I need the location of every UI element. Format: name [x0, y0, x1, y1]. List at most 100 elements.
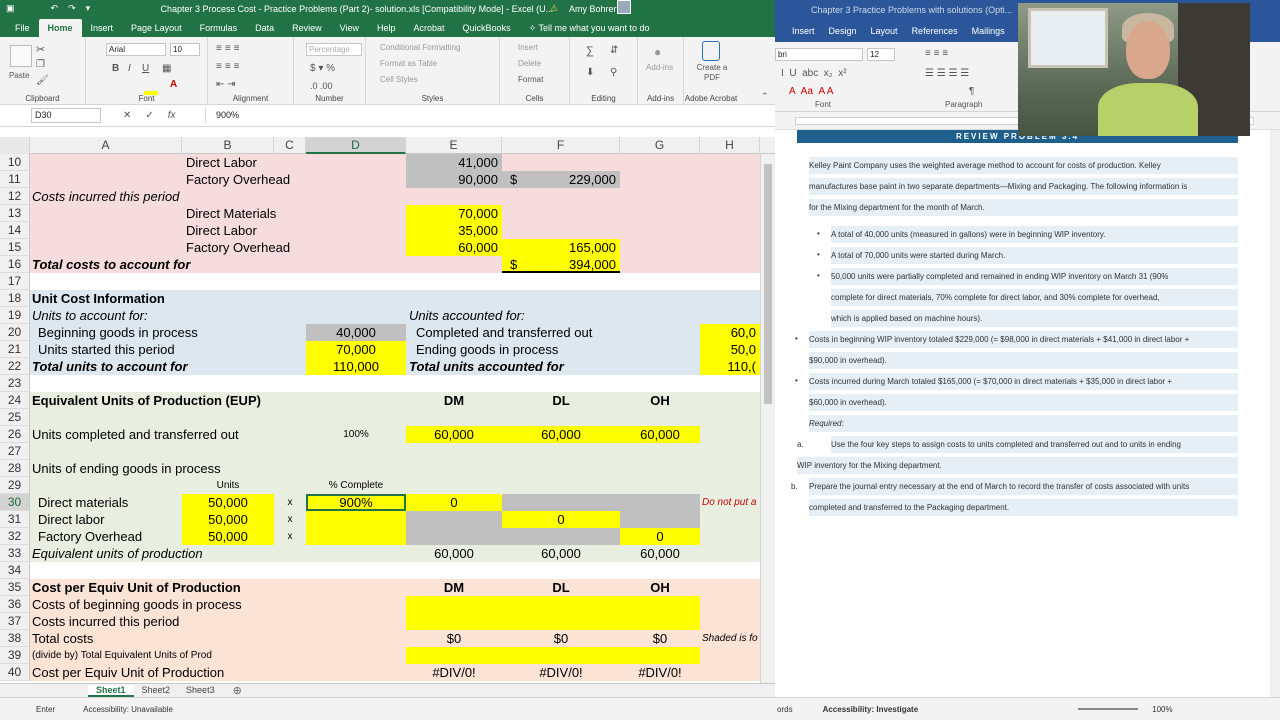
cell-b14[interactable]: Direct Labor: [186, 222, 257, 239]
row-header-39[interactable]: 39: [0, 647, 30, 664]
font-name-box[interactable]: Arial: [106, 43, 166, 56]
row-header-24[interactable]: 24: [0, 392, 30, 409]
format-painter-icon[interactable]: 🖌: [36, 75, 49, 86]
sheet-tab-sheet2[interactable]: Sheet2: [134, 685, 179, 697]
sort-filter-icon[interactable]: ⇵: [610, 45, 618, 56]
cell-f33[interactable]: 60,000: [502, 545, 620, 562]
number-format-box[interactable]: Percentage: [306, 43, 362, 56]
word-count[interactable]: ords: [777, 705, 793, 714]
find-icon[interactable]: ⚲: [610, 67, 617, 78]
ribbon-tab-acrobat[interactable]: Acrobat: [405, 19, 454, 37]
row-header-22[interactable]: 22: [0, 358, 30, 375]
row-header-35[interactable]: 35: [0, 579, 30, 596]
format-cells-button[interactable]: Format: [518, 75, 543, 84]
cell-a33[interactable]: Equivalent units of production: [32, 545, 203, 562]
avatar[interactable]: [617, 0, 631, 14]
column-header-b[interactable]: B: [182, 137, 274, 154]
column-header-d[interactable]: D: [306, 137, 406, 154]
column-header-c[interactable]: C: [274, 137, 306, 154]
cell-e24[interactable]: DM: [406, 392, 502, 409]
paste-icon[interactable]: [10, 45, 32, 67]
ribbon-tab-insert[interactable]: Insert: [82, 19, 123, 37]
cell-a24[interactable]: Equivalent Units of Production (EUP): [32, 392, 261, 409]
cell-f40[interactable]: #DIV/0!: [502, 664, 620, 681]
cell-f31[interactable]: 0: [502, 511, 620, 528]
cell-b29[interactable]: Units: [182, 477, 274, 494]
cell-a35[interactable]: Cost per Equiv Unit of Production: [32, 579, 241, 596]
zoom-level[interactable]: 100%: [1152, 705, 1172, 714]
bold-button[interactable]: B: [112, 63, 119, 74]
insert-cells-button[interactable]: Insert: [518, 43, 538, 52]
cell-a32[interactable]: Factory Overhead: [38, 528, 142, 545]
redo-icon[interactable]: ↷: [68, 3, 76, 14]
row-header-28[interactable]: 28: [0, 460, 30, 477]
cell-a19[interactable]: Units to account for:: [32, 307, 148, 324]
cell-d21[interactable]: 70,000: [306, 341, 406, 358]
cell-d26[interactable]: 100%: [306, 426, 406, 443]
cell-f11[interactable]: 229,000: [502, 171, 616, 188]
word-tab-references[interactable]: References: [905, 26, 965, 36]
cell-e26[interactable]: 60,000: [406, 426, 502, 443]
cell-a30[interactable]: Direct materials: [38, 494, 128, 511]
row-header-18[interactable]: 18: [0, 290, 30, 307]
cell-e19[interactable]: Units accounted for:: [409, 307, 525, 324]
row-header-17[interactable]: 17: [0, 273, 30, 290]
row-header-20[interactable]: 20: [0, 324, 30, 341]
cell-a12[interactable]: Costs incurred this period: [32, 188, 179, 205]
ribbon-tab-view[interactable]: View: [331, 19, 368, 37]
decimal-icons[interactable]: .0 .00: [310, 81, 333, 91]
warning-icon[interactable]: ⚠: [550, 3, 558, 14]
collapse-ribbon-icon[interactable]: ⌃: [761, 91, 769, 102]
word-tab-layout[interactable]: Layout: [864, 26, 905, 36]
cell-a36[interactable]: Costs of beginning goods in process: [32, 596, 242, 613]
row-header-31[interactable]: 31: [0, 511, 30, 528]
cell-a18[interactable]: Unit Cost Information: [32, 290, 165, 307]
cancel-icon[interactable]: ✕: [123, 110, 131, 121]
row-header-16[interactable]: 16: [0, 256, 30, 273]
enter-icon[interactable]: ✓: [145, 110, 153, 121]
horizontal-align-icons[interactable]: ≡≡≡: [216, 61, 243, 72]
row-header-23[interactable]: 23: [0, 375, 30, 392]
row-header-25[interactable]: 25: [0, 409, 30, 426]
row-header-19[interactable]: 19: [0, 307, 30, 324]
ribbon-tab-help[interactable]: Help: [368, 19, 405, 37]
cell-d22[interactable]: 110,000: [306, 358, 406, 375]
fill-icon[interactable]: ⬇: [586, 67, 594, 78]
italic-button[interactable]: I: [128, 63, 131, 74]
sheet-tab-sheet1[interactable]: Sheet1: [88, 684, 134, 697]
cell-a38[interactable]: Total costs: [32, 630, 93, 647]
cell-e22[interactable]: Total units accounted for: [409, 358, 564, 375]
zoom-slider[interactable]: [1078, 708, 1139, 710]
cell-g26[interactable]: 60,000: [620, 426, 700, 443]
cell-g24[interactable]: OH: [620, 392, 700, 409]
row-header-34[interactable]: 34: [0, 562, 30, 579]
cell-a37[interactable]: Costs incurred this period: [32, 613, 179, 630]
cell-a21[interactable]: Units started this period: [38, 341, 175, 358]
ribbon-tab-quickbooks[interactable]: QuickBooks: [454, 19, 520, 37]
cell-b30[interactable]: 50,000: [182, 494, 274, 511]
row-header-11[interactable]: 11: [0, 171, 30, 188]
cell-a40[interactable]: Cost per Equiv Unit of Production: [32, 664, 224, 681]
word-accessibility-status[interactable]: Accessibility: Investigate: [823, 705, 919, 714]
column-header-a[interactable]: A: [30, 137, 182, 154]
cell-f26[interactable]: 60,000: [502, 426, 620, 443]
vertical-scrollbar[interactable]: [760, 154, 775, 683]
create-pdf-button[interactable]: Create a PDF: [696, 63, 728, 83]
row-header-21[interactable]: 21: [0, 341, 30, 358]
word-tab-insert[interactable]: Insert: [785, 26, 822, 36]
cell-e11[interactable]: 90,000: [406, 171, 498, 188]
column-header-f[interactable]: F: [502, 137, 620, 154]
cell-g35[interactable]: OH: [620, 579, 700, 596]
cell-f24[interactable]: DL: [502, 392, 620, 409]
cell-b31[interactable]: 50,000: [182, 511, 274, 528]
cell-b10[interactable]: Direct Labor: [186, 154, 257, 171]
ribbon-tab-file[interactable]: File: [6, 19, 39, 37]
cell-b32[interactable]: 50,000: [182, 528, 274, 545]
cell-g40[interactable]: #DIV/0!: [620, 664, 700, 681]
ribbon-tab-data[interactable]: Data: [246, 19, 283, 37]
sheet-tab-sheet3[interactable]: Sheet3: [178, 685, 223, 697]
cell-a26[interactable]: Units completed and transferred out: [32, 426, 239, 443]
cell-styles-button[interactable]: Cell Styles: [380, 75, 418, 84]
cell-g33[interactable]: 60,000: [620, 545, 700, 562]
delete-cells-button[interactable]: Delete: [518, 59, 541, 68]
